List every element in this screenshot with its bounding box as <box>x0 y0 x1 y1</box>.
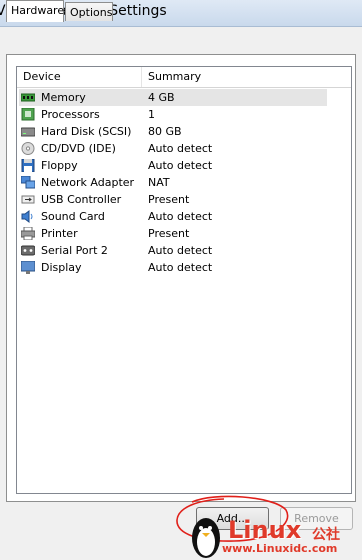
device-summary: 4 GB <box>148 91 175 104</box>
device-summary: 80 GB <box>148 125 182 138</box>
serial-port-icon <box>21 245 35 256</box>
printer-icon <box>21 227 35 240</box>
device-summary: Auto detect <box>148 244 213 257</box>
list-header: Device Summary <box>17 67 351 88</box>
device-row-memory[interactable]: Memory 4 GB <box>19 89 327 106</box>
device-name: CD/DVD (IDE) <box>41 142 116 155</box>
device-name: Serial Port 2 <box>41 244 108 257</box>
device-summary: Auto detect <box>148 261 213 274</box>
memory-icon <box>21 93 35 102</box>
device-summary: 1 <box>148 108 155 121</box>
column-header-device[interactable]: Device <box>17 67 142 87</box>
device-name: Network Adapter <box>41 176 135 189</box>
device-name: Printer <box>41 227 78 240</box>
sound-card-icon <box>21 210 33 223</box>
device-name: Memory <box>41 91 86 104</box>
device-row-floppy[interactable]: Floppy Auto detect <box>19 157 327 174</box>
hard-disk-icon <box>21 127 35 137</box>
device-row-network-adapter[interactable]: Network Adapter NAT <box>19 174 327 191</box>
device-row-processors[interactable]: Processors 1 <box>19 106 327 123</box>
column-header-summary[interactable]: Summary <box>142 67 327 87</box>
device-row-cd-dvd[interactable]: CD/DVD (IDE) Auto detect <box>19 140 327 157</box>
device-summary: Auto detect <box>148 210 213 223</box>
device-summary: Auto detect <box>148 159 213 172</box>
device-name: USB Controller <box>41 193 122 206</box>
cd-dvd-icon <box>21 142 35 155</box>
device-name: Processors <box>41 108 100 121</box>
watermark-brand-cn: 公社 <box>312 527 340 543</box>
device-summary: Present <box>148 227 190 240</box>
device-summary: Present <box>148 193 190 206</box>
device-row-sound-card[interactable]: Sound Card Auto detect <box>19 208 327 225</box>
device-name: Display <box>41 261 82 274</box>
network-adapter-icon <box>21 176 35 189</box>
floppy-icon <box>21 159 35 172</box>
watermark-url: www.Linuxidc.com <box>222 542 338 555</box>
device-name: Sound Card <box>41 210 105 223</box>
processor-icon <box>21 108 35 121</box>
device-row-display[interactable]: Display Auto detect <box>19 259 327 276</box>
tab-hardware[interactable]: Hardware <box>6 0 64 22</box>
device-summary: Auto detect <box>148 142 213 155</box>
tab-options[interactable]: Options <box>65 2 113 21</box>
display-icon <box>21 261 35 274</box>
watermark-brand: Linux <box>228 516 302 544</box>
usb-icon <box>21 195 35 204</box>
device-summary: NAT <box>148 176 170 189</box>
device-name: Hard Disk (SCSI) <box>41 125 132 138</box>
device-row-printer[interactable]: Printer Present <box>19 225 327 242</box>
device-row-usb-controller[interactable]: USB Controller Present <box>19 191 327 208</box>
device-name: Floppy <box>41 159 78 172</box>
device-row-hard-disk[interactable]: Hard Disk (SCSI) 80 GB <box>19 123 327 140</box>
device-row-serial-port-2[interactable]: Serial Port 2 Auto detect <box>19 242 327 259</box>
device-list[interactable]: Device Summary Memory 4 GB Processors 1 … <box>16 66 352 494</box>
